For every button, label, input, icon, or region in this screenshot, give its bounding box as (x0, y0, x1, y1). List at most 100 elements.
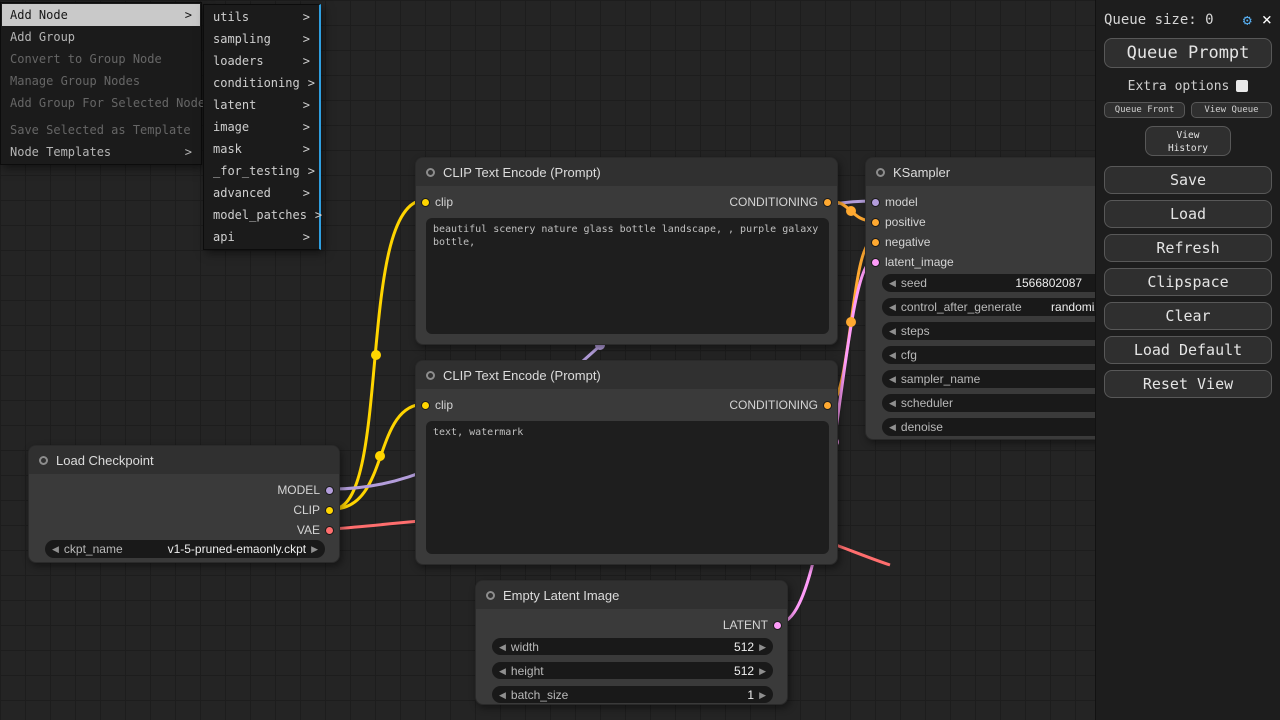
widget-ckpt-name[interactable]: ◀ ckpt_name v1-5-pruned-emaonly.ckpt ▶ (45, 540, 325, 558)
increment-arrow-icon[interactable]: ▶ (759, 662, 766, 680)
menu-item-add-group[interactable]: Add Group (2, 26, 200, 48)
collapse-dot-icon[interactable] (426, 168, 435, 177)
submenu-item-mask[interactable]: mask > (205, 138, 318, 160)
node-title-bar[interactable]: Empty Latent Image (476, 581, 787, 609)
widget-steps[interactable]: ◀ steps ▶ (882, 322, 1126, 340)
decrement-arrow-icon[interactable]: ◀ (889, 346, 896, 364)
output-slot-conditioning[interactable]: CONDITIONING (729, 194, 832, 210)
widget-width[interactable]: ◀ width 512 ▶ (492, 638, 773, 655)
submenu-item-image[interactable]: image > (205, 116, 318, 138)
queue-front-button[interactable]: Queue Front (1104, 102, 1185, 118)
node-title-bar[interactable]: Load Checkpoint (29, 446, 339, 474)
collapse-dot-icon[interactable] (486, 591, 495, 600)
latent-slot-dot[interactable] (773, 621, 782, 630)
widget-batch-size[interactable]: ◀ batch_size 1 ▶ (492, 686, 773, 703)
collapse-dot-icon[interactable] (876, 168, 885, 177)
decrement-arrow-icon[interactable]: ◀ (499, 638, 506, 656)
widget-seed[interactable]: ◀ seed 1566802087 ▶ (882, 274, 1126, 292)
node-title-bar[interactable]: CLIP Text Encode (Prompt) (416, 361, 837, 389)
widget-denoise[interactable]: ◀ denoise ▶ (882, 418, 1126, 436)
refresh-button[interactable]: Refresh (1104, 234, 1272, 262)
output-slot-latent[interactable]: LATENT (723, 617, 782, 633)
decrement-arrow-icon[interactable]: ◀ (889, 322, 896, 340)
increment-arrow-icon[interactable]: ▶ (311, 540, 318, 558)
submenu-item-model-patches[interactable]: model_patches > (205, 204, 318, 226)
widget-sampler-name[interactable]: ◀ sampler_name ▶ (882, 370, 1126, 388)
decrement-arrow-icon[interactable]: ◀ (499, 662, 506, 680)
submenu-item-conditioning[interactable]: conditioning > (205, 72, 318, 94)
decrement-arrow-icon[interactable]: ◀ (52, 540, 59, 558)
node-title-bar[interactable]: CLIP Text Encode (Prompt) (416, 158, 837, 186)
decrement-arrow-icon[interactable]: ◀ (499, 686, 506, 704)
input-slot-clip[interactable]: clip (421, 397, 453, 413)
input-slot-negative[interactable]: negative (871, 234, 930, 250)
decrement-arrow-icon[interactable]: ◀ (889, 298, 896, 316)
conditioning-slot-dot[interactable] (823, 401, 832, 410)
node-title-bar[interactable]: KSampler (866, 158, 1134, 186)
menu-item-add-node[interactable]: Add Node > (2, 4, 200, 26)
view-history-button[interactable]: ViewHistory (1145, 126, 1231, 156)
input-slot-latent-image[interactable]: latent_image (871, 254, 954, 270)
node-empty-latent-image[interactable]: Empty Latent Image LATENT ◀ width 512 ▶ … (475, 580, 788, 705)
latent-slot-dot[interactable] (871, 258, 880, 267)
conditioning-slot-dot[interactable] (823, 198, 832, 207)
widget-value[interactable]: 512 (734, 640, 754, 654)
load-default-button[interactable]: Load Default (1104, 336, 1272, 364)
collapse-dot-icon[interactable] (426, 371, 435, 380)
load-button[interactable]: Load (1104, 200, 1272, 228)
increment-arrow-icon[interactable]: ▶ (759, 638, 766, 656)
submenu-item-for-testing[interactable]: _for_testing > (205, 160, 318, 182)
vae-slot-dot[interactable] (325, 526, 334, 535)
node-load-checkpoint[interactable]: Load Checkpoint MODEL CLIP VAE ◀ ckpt_na… (28, 445, 340, 563)
output-slot-model[interactable]: MODEL (277, 482, 334, 498)
submenu-item-api[interactable]: api > (205, 226, 318, 248)
model-slot-dot[interactable] (871, 198, 880, 207)
decrement-arrow-icon[interactable]: ◀ (889, 418, 896, 436)
clip-slot-dot[interactable] (325, 506, 334, 515)
settings-gear-icon[interactable]: ⚙ (1243, 11, 1252, 29)
input-slot-model[interactable]: model (871, 194, 918, 210)
queue-prompt-button[interactable]: Queue Prompt (1104, 38, 1272, 68)
increment-arrow-icon[interactable]: ▶ (759, 686, 766, 704)
submenu-item-advanced[interactable]: advanced > (205, 182, 318, 204)
input-slot-clip[interactable]: clip (421, 194, 453, 210)
model-slot-dot[interactable] (325, 486, 334, 495)
widget-value[interactable]: v1-5-pruned-emaonly.ckpt (168, 542, 307, 556)
widget-scheduler[interactable]: ◀ scheduler ▶ (882, 394, 1126, 412)
conditioning-slot-dot[interactable] (871, 218, 880, 227)
clear-button[interactable]: Clear (1104, 302, 1272, 330)
widget-control-after-generate[interactable]: ◀ control_after_generate randomize ▶ (882, 298, 1126, 316)
clipspace-button[interactable]: Clipspace (1104, 268, 1272, 296)
submenu-item-latent[interactable]: latent > (205, 94, 318, 116)
view-queue-button[interactable]: View Queue (1191, 102, 1272, 118)
clip-slot-dot[interactable] (421, 198, 430, 207)
close-icon[interactable]: × (1262, 12, 1272, 29)
collapse-dot-icon[interactable] (39, 456, 48, 465)
decrement-arrow-icon[interactable]: ◀ (889, 274, 896, 292)
decrement-arrow-icon[interactable]: ◀ (889, 394, 896, 412)
submenu-item-loaders[interactable]: loaders > (205, 50, 318, 72)
reset-view-button[interactable]: Reset View (1104, 370, 1272, 398)
menu-item-node-templates[interactable]: Node Templates > (2, 141, 200, 163)
output-slot-vae[interactable]: VAE (297, 522, 334, 538)
save-button[interactable]: Save (1104, 166, 1272, 194)
prompt-textarea[interactable]: beautiful scenery nature glass bottle la… (426, 218, 829, 334)
extra-options-checkbox[interactable] (1236, 80, 1248, 92)
conditioning-slot-dot[interactable] (871, 238, 880, 247)
widget-value[interactable]: 512 (734, 664, 754, 678)
output-slot-conditioning[interactable]: CONDITIONING (729, 397, 832, 413)
decrement-arrow-icon[interactable]: ◀ (889, 370, 896, 388)
node-clip-text-encode-1[interactable]: CLIP Text Encode (Prompt) clip CONDITION… (415, 157, 838, 345)
submenu-item-utils[interactable]: utils > (205, 6, 318, 28)
prompt-textarea[interactable]: text, watermark (426, 421, 829, 554)
widget-value[interactable]: 1 (747, 688, 754, 702)
widget-height[interactable]: ◀ height 512 ▶ (492, 662, 773, 679)
graph-canvas[interactable]: CLIP Text Encode (Prompt) clip CONDITION… (0, 0, 1280, 720)
input-slot-positive[interactable]: positive (871, 214, 926, 230)
submenu-item-sampling[interactable]: sampling > (205, 28, 318, 50)
widget-cfg[interactable]: ◀ cfg ▶ (882, 346, 1126, 364)
clip-slot-dot[interactable] (421, 401, 430, 410)
widget-value[interactable]: 1566802087 (1015, 276, 1082, 290)
node-clip-text-encode-2[interactable]: CLIP Text Encode (Prompt) clip CONDITION… (415, 360, 838, 565)
output-slot-clip[interactable]: CLIP (293, 502, 334, 518)
